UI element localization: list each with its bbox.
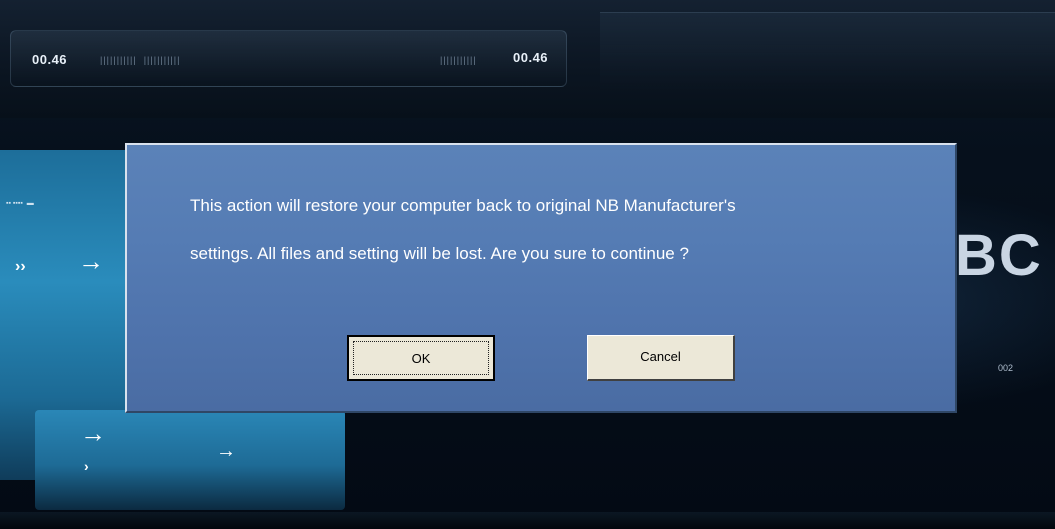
background-small-label: ▪▪ ▪▪▪▪ ▬ [6, 200, 34, 207]
double-arrow-icon: ›› [15, 258, 26, 275]
background-top-bar: 00.46 ||||||||||| ||||||||||| ||||||||||… [0, 0, 1055, 118]
arrow-right-icon: → [78, 246, 104, 276]
background-timer-right: 00.46 [513, 50, 549, 65]
arrow-right-icon-3: → [216, 440, 236, 462]
background-small-code: 002 [998, 363, 1014, 373]
ok-button[interactable]: OK [347, 335, 495, 381]
background-dashes: ||||||||||| ||||||||||| [100, 55, 181, 65]
background-timer-left: 00.46 [32, 52, 68, 67]
restore-confirm-dialog: This action will restore your computer b… [125, 143, 957, 413]
dialog-message-line-1: This action will restore your computer b… [190, 196, 736, 215]
arrow-right-icon-2: → [80, 418, 106, 448]
ok-button-label: OK [353, 341, 489, 375]
dialog-message: This action will restore your computer b… [190, 182, 950, 278]
background-brand-fragment: BC [955, 223, 1043, 288]
background-dashes-right: ||||||||||| [440, 55, 477, 65]
dialog-message-line-2: settings. All files and setting will be … [190, 244, 689, 263]
cancel-button[interactable]: Cancel [587, 335, 735, 381]
chevron-right-icon: › [84, 458, 89, 474]
